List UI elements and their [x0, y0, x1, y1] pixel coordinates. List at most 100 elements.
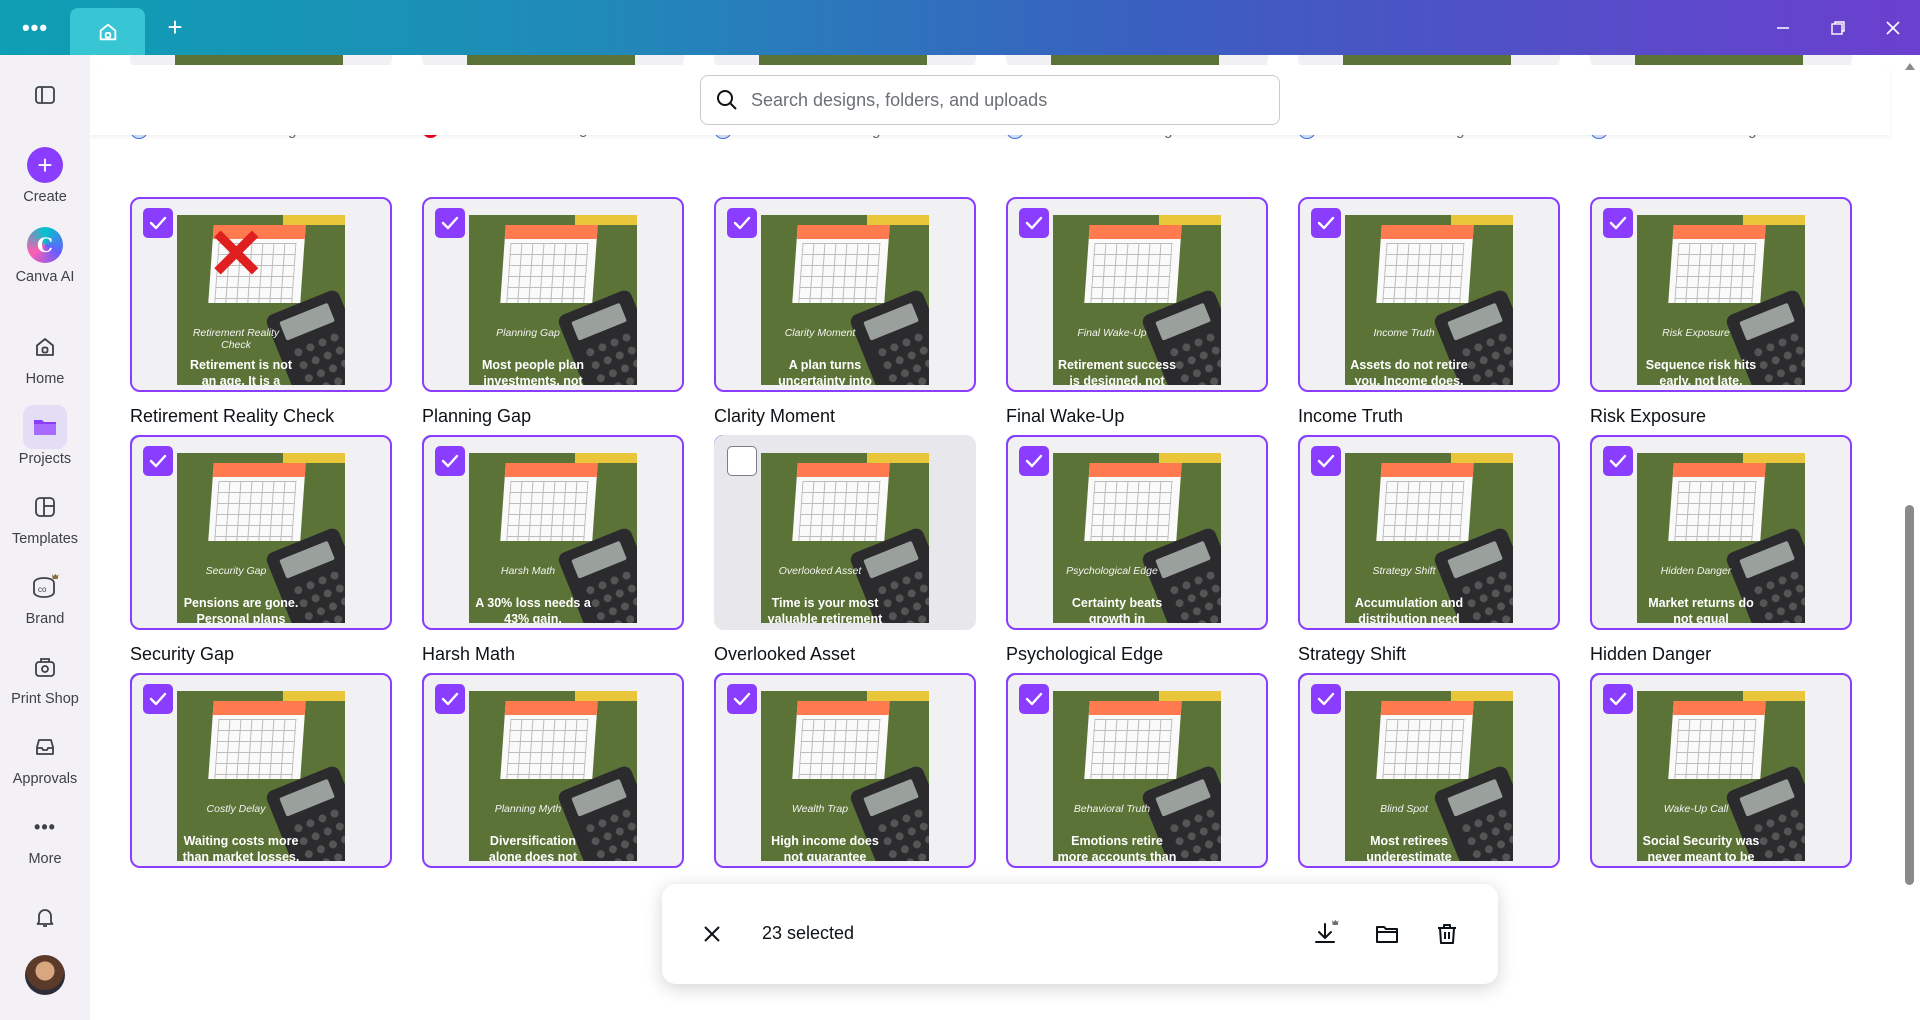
plus-circle-icon: + [27, 147, 63, 183]
design-preview[interactable]: Costly Delay Waiting costs more than mark… [130, 673, 392, 868]
select-checkbox[interactable] [435, 684, 465, 714]
design-preview[interactable]: Strategy Shift Accumulation and distribut… [1298, 435, 1560, 630]
rail-item-more[interactable]: ••• More [0, 805, 90, 868]
account-button[interactable] [0, 955, 90, 995]
select-checkbox[interactable] [143, 208, 173, 238]
design-title[interactable]: Planning Gap [422, 406, 531, 427]
design-preview[interactable]: ✕ Retirement Reality Check Retirement is n… [130, 197, 392, 392]
design-preview[interactable]: Wealth Trap High income does not guarante… [714, 673, 976, 868]
select-checkbox[interactable] [1019, 684, 1049, 714]
minimize-button[interactable] [1755, 0, 1810, 55]
close-window-button[interactable] [1865, 0, 1920, 55]
new-tab-button[interactable]: + [145, 0, 205, 55]
design-preview[interactable]: Clarity Moment A plan turns uncertainty i… [714, 197, 976, 392]
design-subtitle: Blind Spot [1380, 803, 1428, 815]
select-checkbox[interactable] [435, 208, 465, 238]
design-title[interactable]: Strategy Shift [1298, 644, 1406, 665]
select-checkbox[interactable] [727, 446, 757, 476]
design-title[interactable]: Retirement Reality Check [130, 406, 334, 427]
design-preview[interactable]: Security Gap Pensions are gone. Personal … [130, 435, 392, 630]
rail-item-projects[interactable]: Projects [0, 405, 90, 467]
design-title[interactable]: Final Wake-Up [1006, 406, 1124, 427]
delete-button[interactable] [1427, 914, 1467, 954]
rail-item-home[interactable]: Home [0, 325, 90, 387]
canva-ai-icon: C [27, 227, 63, 263]
rail-label: Create [23, 189, 67, 205]
search-input[interactable] [751, 89, 1251, 111]
rail-label: Projects [18, 451, 72, 467]
design-title[interactable]: Psychological Edge [1006, 644, 1163, 665]
design-title[interactable]: Clarity Moment [714, 406, 835, 427]
select-checkbox[interactable] [727, 208, 757, 238]
home-icon [99, 23, 116, 40]
restore-button[interactable] [1810, 0, 1865, 55]
more-dots-icon[interactable]: ••• [0, 0, 70, 55]
design-subtitle: Overlooked Asset [778, 565, 862, 577]
select-checkbox[interactable] [1019, 446, 1049, 476]
design-preview[interactable]: Harsh Math A 30% loss needs a 43% gain. [422, 435, 684, 630]
design-thumbnail: Harsh Math A 30% loss needs a 43% gain. [469, 453, 637, 623]
design-body-text: A plan turns uncertainty into options. [778, 358, 872, 385]
rail-label: Print Shop [11, 691, 79, 707]
design-preview[interactable]: Risk Exposure Sequence risk hits early, n… [1590, 197, 1852, 392]
rail-item-create[interactable]: + Create [0, 143, 90, 205]
design-thumbnail: Blind Spot Most retirees underestimate he… [1345, 691, 1513, 861]
rail-item-canva-ai[interactable]: C Canva AI [0, 223, 90, 285]
select-checkbox[interactable] [435, 446, 465, 476]
design-preview[interactable]: Planning Myth Diversification alone does … [422, 673, 684, 868]
rail-label: Home [25, 371, 65, 387]
design-preview[interactable]: Wake-Up Call Social Security was never me… [1590, 673, 1852, 868]
design-preview[interactable]: Planning Gap Most people plan investments… [422, 197, 684, 392]
download-button[interactable] [1307, 914, 1347, 954]
design-subtitle: Clarity Moment [784, 327, 856, 339]
design-preview[interactable]: Final Wake-Up Retirement success is desig… [1006, 197, 1268, 392]
search-box[interactable] [700, 75, 1280, 125]
select-checkbox[interactable] [1019, 208, 1049, 238]
design-title[interactable]: Overlooked Asset [714, 644, 855, 665]
approvals-icon [36, 739, 54, 755]
scroll-up-arrow-icon[interactable] [1905, 63, 1915, 70]
design-title[interactable]: Income Truth [1298, 406, 1403, 427]
select-checkbox[interactable] [1603, 446, 1633, 476]
design-preview[interactable]: Blind Spot Most retirees underestimate he… [1298, 673, 1560, 868]
design-title[interactable]: Hidden Danger [1590, 644, 1711, 665]
notifications-button[interactable] [0, 895, 90, 939]
design-body-text: A 30% loss needs a 43% gain. [475, 596, 591, 623]
select-checkbox[interactable] [1311, 208, 1341, 238]
rail-item-print-shop[interactable]: Print Shop [0, 645, 90, 707]
design-preview[interactable]: Behavioral Truth Emotions retire more acc… [1006, 673, 1268, 868]
design-thumbnail: Wealth Trap High income does not guarante… [761, 691, 929, 861]
design-title[interactable]: Security Gap [130, 644, 234, 665]
select-checkbox[interactable] [143, 446, 173, 476]
brand-strip [1451, 453, 1513, 463]
more-dots-icon: ••• [34, 816, 56, 837]
brand-strip [867, 215, 929, 225]
rail-item-templates[interactable]: Templates [0, 485, 90, 547]
select-checkbox[interactable] [1311, 446, 1341, 476]
select-checkbox[interactable] [143, 684, 173, 714]
toggle-sidebar-button[interactable] [0, 73, 90, 117]
move-to-folder-button[interactable] [1367, 914, 1407, 954]
home-tab[interactable] [70, 8, 145, 55]
design-title[interactable]: Risk Exposure [1590, 406, 1706, 427]
brand-strip [283, 215, 345, 225]
select-checkbox[interactable] [1603, 208, 1633, 238]
vertical-scrollbar[interactable] [1900, 55, 1920, 1020]
rail-item-brand[interactable]: co Brand [0, 565, 90, 627]
design-body-text: Assets do not retire you. Income does. [1350, 358, 1468, 385]
design-preview[interactable]: Income Truth Assets do not retire you. In… [1298, 197, 1560, 392]
brand-strip [575, 691, 637, 701]
brand-strip [1743, 691, 1805, 701]
clear-selection-button[interactable] [692, 914, 732, 954]
design-preview[interactable]: Overlooked Asset Time is your most valuab… [714, 435, 976, 630]
calendar-graphic [1084, 701, 1182, 779]
design-preview[interactable]: Hidden Danger Market returns do not equal… [1590, 435, 1852, 630]
design-body-text: Most people plan investments, not outcom… [481, 358, 585, 385]
select-checkbox[interactable] [727, 684, 757, 714]
rail-item-approvals[interactable]: Approvals [0, 725, 90, 787]
design-preview[interactable]: Psychological Edge Certainty beats growth… [1006, 435, 1268, 630]
scrollbar-thumb[interactable] [1905, 505, 1914, 885]
select-checkbox[interactable] [1603, 684, 1633, 714]
select-checkbox[interactable] [1311, 684, 1341, 714]
design-title[interactable]: Harsh Math [422, 644, 515, 665]
